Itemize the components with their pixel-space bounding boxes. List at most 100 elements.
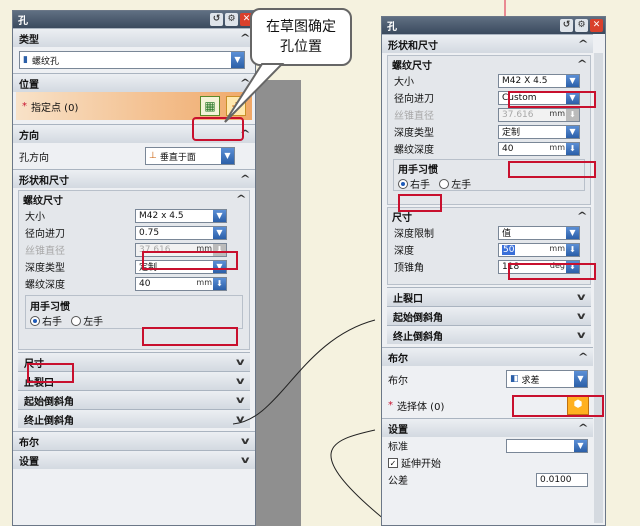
- depth-input[interactable]: 50 mm ⬇: [498, 242, 580, 257]
- section-end-chamfer[interactable]: 终止倒斜角 v: [387, 325, 591, 344]
- depth-limit-label: 深度限制: [394, 229, 434, 240]
- standard-label: 标准: [388, 442, 408, 453]
- reset-icon[interactable]: ↺: [560, 19, 573, 32]
- section-relief[interactable]: 止裂口 v: [387, 287, 591, 306]
- hole-direction-select[interactable]: ⊥ 垂直于面 ▼: [145, 147, 235, 165]
- callout-text: 在草图确定孔位置: [266, 19, 336, 55]
- section-start-chamfer[interactable]: 起始倒斜角 v: [18, 390, 250, 409]
- section-shape-label: 形状和尺寸: [19, 175, 69, 187]
- end-chamfer-label: 终止倒斜角: [24, 415, 74, 427]
- start-chamfer-label: 起始倒斜角: [24, 396, 74, 408]
- thread-dimensions-header[interactable]: 螺纹尺寸 ^: [388, 56, 590, 72]
- callout-bubble: 在草图确定孔位置: [250, 8, 352, 66]
- sketch-icon[interactable]: ▦: [200, 96, 220, 116]
- hole-direction-value: 垂直于面: [159, 152, 196, 163]
- size-select[interactable]: M42 X 4.5 ▼: [498, 73, 580, 88]
- section-end-chamfer[interactable]: 终止倒斜角 v: [18, 409, 250, 428]
- thread-hole-icon: ▮: [23, 55, 28, 65]
- chevron-up-icon: ^: [576, 58, 588, 70]
- left-hand-radio[interactable]: 左手: [439, 176, 471, 191]
- gear-icon[interactable]: ⚙: [225, 13, 238, 26]
- right-hand-radio[interactable]: 右手: [398, 176, 430, 191]
- section-boolean[interactable]: 布尔 v: [13, 431, 255, 450]
- tap-drill-label: 丝锥直径: [25, 246, 65, 257]
- standard-select[interactable]: ▼: [506, 438, 588, 453]
- section-settings[interactable]: 设置 ^: [382, 418, 593, 437]
- highlight-size: [508, 91, 596, 108]
- chevron-up-icon: ^: [577, 351, 589, 363]
- thread-depth-unit: mm: [196, 277, 212, 287]
- depth-type-label: 深度类型: [394, 128, 434, 139]
- size-select[interactable]: M42 x 4.5 ▼: [135, 208, 227, 223]
- thread-depth-input[interactable]: 40 mm ⬇: [135, 276, 227, 291]
- section-start-chamfer[interactable]: 起始倒斜角 v: [387, 306, 591, 325]
- right-hand-label: 右手: [410, 180, 430, 191]
- depth-type-label: 深度类型: [25, 263, 65, 274]
- depth-limit-value: 值: [502, 229, 512, 239]
- section-settings[interactable]: 设置 v: [13, 450, 255, 469]
- dialog-titlebar: 孔 ↺ ⚙ ✕: [382, 17, 605, 34]
- thread-depth-input[interactable]: 40 mm ⬇: [498, 141, 580, 156]
- dialog-title: 孔: [18, 16, 28, 27]
- highlight-thread-depth: [142, 327, 238, 346]
- depth-label: 深度: [394, 246, 414, 257]
- dropdown-arrow-icon: ⬇: [566, 243, 579, 256]
- highlight-depth: [508, 263, 596, 280]
- chevron-down-icon: v: [241, 454, 250, 466]
- tolerance-input[interactable]: 0.0100: [536, 472, 588, 487]
- radial-engage-select[interactable]: 0.75 ▼: [135, 225, 227, 240]
- size-label: 大小: [25, 212, 45, 223]
- radial-engage-label: 径向进刀: [394, 94, 434, 105]
- dropdown-arrow-icon: ▼: [213, 209, 226, 222]
- type-select[interactable]: ▮ 螺纹孔 ▼: [19, 51, 245, 69]
- thread-depth-label: 螺纹深度: [394, 145, 434, 156]
- thread-dimensions-header[interactable]: 螺纹尺寸 ^: [19, 191, 249, 207]
- depth-type-select[interactable]: 定制 ▼: [498, 124, 580, 139]
- dropdown-arrow-icon: ⬇: [566, 108, 579, 121]
- highlight-size: [142, 251, 238, 270]
- tap-drill-field: 37.616 mm ⬇: [498, 107, 580, 122]
- checkbox-checked-icon[interactable]: ✓: [388, 457, 398, 468]
- section-boolean[interactable]: 布尔 ^: [382, 347, 593, 366]
- boolean-select[interactable]: ◧ 求差 ▼: [506, 370, 588, 388]
- left-hand-radio[interactable]: 左手: [71, 313, 103, 328]
- tap-drill-value: 37.616: [502, 109, 534, 120]
- dropdown-arrow-icon: ▼: [213, 226, 226, 239]
- thread-dimensions-label: 螺纹尺寸: [23, 195, 63, 207]
- section-position[interactable]: 位置 ^: [13, 73, 255, 92]
- left-hand-label: 左手: [451, 180, 472, 191]
- close-icon[interactable]: ✕: [590, 19, 603, 32]
- highlight-point: [192, 117, 244, 141]
- chevron-down-icon: v: [236, 375, 245, 387]
- point-icon[interactable]: +: [226, 96, 246, 116]
- depth-limit-select[interactable]: 值 ▼: [498, 225, 580, 240]
- section-settings-label: 设置: [388, 424, 408, 436]
- chevron-down-icon: v: [236, 356, 245, 368]
- gear-icon[interactable]: ⚙: [575, 19, 588, 32]
- depth-value: 50: [502, 244, 516, 255]
- thread-dimensions-group: 螺纹尺寸 ^ 大小 M42 x 4.5 ▼ 径向进刀 0.75 ▼ 丝锥直径 37.616 m…: [18, 190, 250, 350]
- dropdown-arrow-icon: ▼: [221, 148, 234, 164]
- section-shape[interactable]: 形状和尺寸 ^: [382, 34, 593, 53]
- tap-drill-unit: mm: [549, 108, 565, 118]
- size-value: M42 X 4.5: [502, 75, 548, 86]
- thread-depth-label: 螺纹深度: [25, 280, 65, 291]
- scrollbar[interactable]: [594, 53, 603, 523]
- dialog-titlebar: 孔 ↺ ⚙ ✕: [13, 11, 255, 28]
- required-star-icon: *: [22, 100, 27, 112]
- right-hand-radio[interactable]: 右手: [30, 313, 62, 328]
- reset-icon[interactable]: ↺: [210, 13, 223, 26]
- depth-type-value: 定制: [502, 128, 521, 138]
- section-type-label: 类型: [19, 34, 39, 46]
- chevron-down-icon: v: [577, 329, 586, 341]
- dropdown-arrow-icon: ▼: [566, 226, 579, 239]
- radial-engage-value: 0.75: [139, 227, 160, 238]
- section-shape[interactable]: 形状和尺寸 ^: [13, 169, 255, 188]
- chevron-up-icon: ^: [577, 38, 589, 50]
- extend-start-label: 延伸开始: [401, 459, 441, 470]
- section-type[interactable]: 类型 ^: [13, 28, 255, 47]
- specify-point-row[interactable]: * 指定点 (0) ▦ +: [16, 92, 252, 120]
- radio-selected-icon: [398, 178, 408, 189]
- chevron-down-icon: v: [236, 413, 245, 425]
- tolerance-value: 0.0100: [540, 474, 572, 485]
